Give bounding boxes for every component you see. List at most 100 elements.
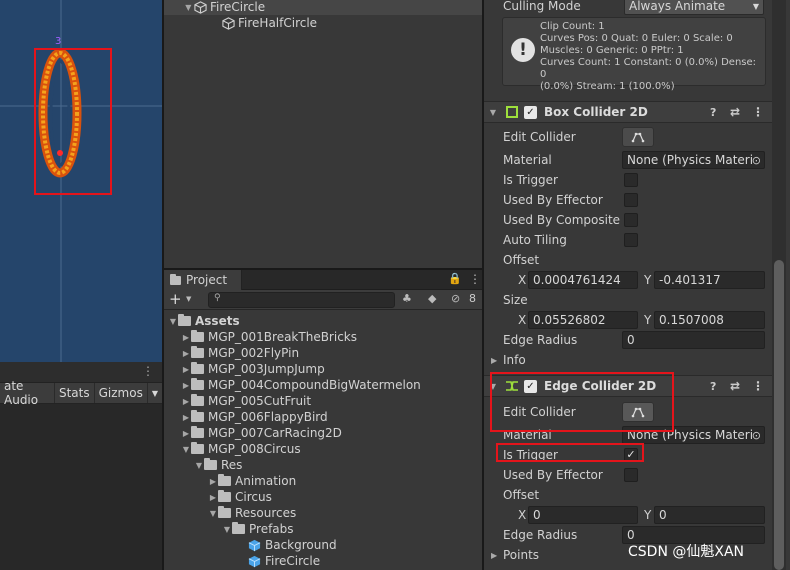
enabled-checkbox[interactable]: ✓ (524, 105, 537, 119)
size-x-field[interactable]: 0.05526802 (528, 311, 638, 329)
expand-arrow-icon[interactable]: ▶ (181, 429, 191, 438)
expand-arrow-icon[interactable]: ▶ (181, 365, 191, 374)
more-options-icon[interactable]: ⋮ (752, 105, 764, 119)
culling-mode-dropdown[interactable]: Always Animate ▼ (624, 0, 764, 15)
edge-radius-value: 0 (627, 528, 635, 542)
offset-y-field[interactable]: -0.401317 (654, 271, 765, 289)
hierarchy-item[interactable]: ▼ FireCircle (164, 0, 482, 15)
inspector-scrollbar[interactable] (772, 0, 786, 570)
scrollbar-thumb[interactable] (774, 260, 784, 570)
project-tree-item[interactable]: ▼ MGP_008Circus (164, 441, 482, 457)
expand-arrow-icon[interactable]: ▶ (491, 551, 497, 560)
add-dropdown-icon[interactable]: ▼ (186, 295, 191, 303)
axis-x-label[interactable]: X (518, 508, 526, 522)
expand-arrow-icon[interactable]: ▶ (491, 356, 497, 365)
expand-arrow-icon[interactable]: ▶ (208, 477, 218, 486)
expand-arrow-icon[interactable]: ▶ (181, 333, 191, 342)
tab-project[interactable]: Project (164, 270, 242, 290)
collapse-arrow-icon[interactable]: ▼ (222, 525, 232, 534)
expand-arrow-icon[interactable]: ▶ (181, 397, 191, 406)
collapse-arrow-icon[interactable]: ▼ (484, 108, 502, 117)
expand-arrow-icon[interactable]: ▶ (208, 493, 218, 502)
box-collider-header[interactable]: ▼ ✓ Box Collider 2D ? ⇄ ⋮ (484, 101, 774, 123)
project-search-input[interactable]: ⚲ (208, 292, 395, 308)
project-tree-item[interactable]: ▶ MGP_001BreakTheBricks (164, 329, 482, 345)
project-tree-item[interactable]: ▶ MGP_003JumpJump (164, 361, 482, 377)
more-options-icon[interactable]: ⋮ (752, 379, 764, 393)
auto-tiling-checkbox[interactable] (624, 233, 638, 247)
project-tree-label: Resources (235, 506, 297, 520)
axis-x-label[interactable]: X (518, 313, 526, 327)
axis-x-label[interactable]: X (518, 273, 526, 287)
hidden-packages-icon[interactable]: ⊘ (451, 292, 460, 305)
is-trigger-checkbox-checked[interactable]: ✓ (624, 448, 638, 462)
more-options-icon[interactable]: ⋮ (142, 364, 154, 378)
collapse-arrow-icon[interactable]: ▼ (208, 509, 218, 518)
collapse-arrow-icon[interactable]: ▼ (164, 3, 194, 12)
scene-canvas: 3 (0, 0, 162, 362)
scene-view[interactable]: 3 (0, 0, 162, 362)
object-picker-icon[interactable]: ⊙ (751, 428, 761, 442)
size-y-field[interactable]: 0.1507008 (654, 311, 765, 329)
project-tree-item[interactable]: ▶ Animation (164, 473, 482, 489)
project-tree-item[interactable]: ▶ MGP_006FlappyBird (164, 409, 482, 425)
edge-radius-row: Edge Radius 0 (484, 330, 774, 350)
info-foldout[interactable]: ▶ Info (484, 350, 774, 370)
is-trigger-checkbox[interactable] (624, 173, 638, 187)
expand-arrow-icon[interactable]: ▶ (181, 349, 191, 358)
object-picker-icon[interactable]: ⊙ (751, 153, 761, 167)
presets-icon[interactable]: ⇄ (730, 105, 740, 119)
offset-x-field[interactable]: 0.0004761424 (528, 271, 638, 289)
expand-arrow-icon[interactable]: ▶ (181, 381, 191, 390)
gizmos-button[interactable]: Gizmos (95, 383, 148, 403)
collapse-arrow-icon[interactable]: ▼ (168, 317, 178, 326)
used-by-composite-checkbox[interactable] (624, 213, 638, 227)
material-field[interactable]: None (Physics Materi ⊙ (622, 426, 765, 444)
help-icon[interactable]: ? (710, 106, 716, 119)
enabled-checkbox[interactable]: ✓ (524, 379, 537, 393)
edit-collider-button[interactable] (622, 402, 654, 422)
project-tree-item[interactable]: ▼ Assets (164, 313, 482, 329)
hierarchy-item-label: FireCircle (210, 0, 266, 14)
offset-x-field[interactable]: 0 (528, 506, 638, 524)
info-line: (0.0%) Stream: 1 (100.0%) (540, 81, 675, 92)
project-tree-item[interactable]: ▶ MGP_002FlyPin (164, 345, 482, 361)
collapse-arrow-icon[interactable]: ▼ (181, 445, 191, 454)
lock-icon[interactable]: 🔒 (448, 272, 462, 285)
stats-button[interactable]: Stats (55, 383, 95, 403)
axis-y-label[interactable]: Y (644, 273, 651, 287)
used-by-effector-checkbox[interactable] (624, 193, 638, 207)
project-tree-item[interactable]: ▼ Resources (164, 505, 482, 521)
edit-collider-label: Edit Collider (503, 130, 576, 144)
edge-collider-header[interactable]: ▼ ✓ Edge Collider 2D ? ⇄ ⋮ (484, 375, 774, 397)
offset-y-field[interactable]: 0 (654, 506, 765, 524)
axis-y-label[interactable]: Y (644, 313, 651, 327)
project-tree-item[interactable]: Background (164, 537, 482, 553)
axis-y-label[interactable]: Y (644, 508, 651, 522)
project-tree-item[interactable]: ▶ MGP_007CarRacing2D (164, 425, 482, 441)
project-tree-item[interactable]: ▶ MGP_005CutFruit (164, 393, 482, 409)
project-tree-item[interactable]: FireCircle (164, 553, 482, 569)
add-asset-button[interactable]: + (169, 290, 182, 308)
more-options-icon[interactable]: ⋮ (469, 272, 481, 286)
help-icon[interactable]: ? (710, 380, 716, 393)
project-tree-item[interactable]: ▶ MGP_004CompoundBigWatermelon (164, 377, 482, 393)
gizmos-dropdown-icon[interactable]: ▼ (148, 383, 162, 403)
project-tree-item[interactable]: ▼ Prefabs (164, 521, 482, 537)
used-by-effector-checkbox[interactable] (624, 468, 638, 482)
project-tab-bar: Project 🔒 ⋮ (164, 270, 482, 290)
expand-arrow-icon[interactable]: ▶ (181, 413, 191, 422)
filter-by-type-icon[interactable]: ♣ (402, 292, 412, 305)
mute-audio-button[interactable]: ate Audio (0, 379, 55, 407)
filter-by-label-icon[interactable]: ◆ (428, 292, 436, 305)
project-tree-label: FireCircle (265, 554, 321, 568)
collapse-arrow-icon[interactable]: ▼ (194, 461, 204, 470)
project-tree-item[interactable]: ▼ Res (164, 457, 482, 473)
material-field[interactable]: None (Physics Materi ⊙ (622, 151, 765, 169)
project-tree-item[interactable]: ▶ Circus (164, 489, 482, 505)
edit-collider-button[interactable] (622, 127, 654, 147)
presets-icon[interactable]: ⇄ (730, 379, 740, 393)
collapse-arrow-icon[interactable]: ▼ (484, 382, 502, 391)
hierarchy-item[interactable]: FireHalfCircle (164, 15, 482, 31)
edge-radius-field[interactable]: 0 (622, 331, 765, 349)
